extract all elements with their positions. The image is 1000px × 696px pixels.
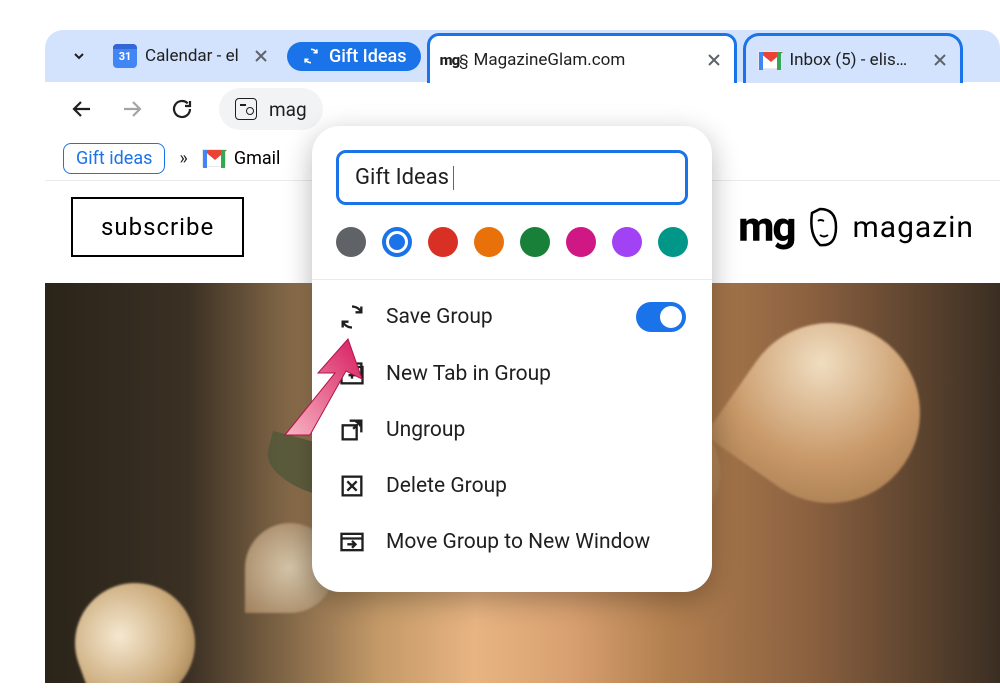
menu-label: Save Group bbox=[386, 305, 493, 329]
brand-face-icon bbox=[806, 205, 840, 249]
bookmark-group-chip[interactable]: Gift ideas bbox=[63, 143, 165, 174]
gmail-icon bbox=[202, 149, 226, 167]
back-button[interactable] bbox=[63, 90, 101, 128]
site-favicon: mg§ bbox=[442, 48, 466, 72]
bookmark-label: Gmail bbox=[234, 148, 281, 169]
color-pink[interactable] bbox=[566, 227, 596, 257]
color-purple[interactable] bbox=[612, 227, 642, 257]
menu-label: Delete Group bbox=[386, 474, 507, 498]
url-text: mag bbox=[269, 98, 307, 121]
menu-delete-group[interactable]: Delete Group bbox=[312, 458, 712, 514]
menu-ungroup[interactable]: Ungroup bbox=[312, 402, 712, 458]
menu-move-to-new-window[interactable]: Move Group to New Window bbox=[312, 514, 712, 570]
menu-label: Ungroup bbox=[386, 418, 465, 442]
tab-calendar[interactable]: 31 Calendar - eli… bbox=[101, 36, 281, 76]
close-icon[interactable] bbox=[930, 50, 950, 70]
tab-active[interactable]: mg§ MagazineGlam.com bbox=[427, 33, 737, 83]
tab-group-label: Gift Ideas bbox=[329, 46, 407, 67]
sync-icon bbox=[301, 46, 321, 66]
reload-button[interactable] bbox=[163, 90, 201, 128]
brand-logo: mg bbox=[738, 203, 794, 252]
delete-icon bbox=[338, 472, 366, 500]
menu-new-tab-in-group[interactable]: New Tab in Group bbox=[312, 346, 712, 402]
color-grey[interactable] bbox=[336, 227, 366, 257]
tab-strip: 31 Calendar - eli… Gift Ideas mg§ Magazi… bbox=[45, 30, 1000, 82]
tab-group-pill[interactable]: Gift Ideas bbox=[287, 42, 421, 71]
url-bar[interactable]: mag bbox=[219, 88, 323, 130]
sync-icon bbox=[338, 303, 366, 331]
color-green[interactable] bbox=[520, 227, 550, 257]
subscribe-button[interactable]: subscribe bbox=[71, 197, 244, 257]
save-group-toggle[interactable] bbox=[636, 302, 686, 332]
new-tab-icon bbox=[338, 360, 366, 388]
tab-title: Calendar - eli… bbox=[145, 46, 239, 66]
group-name-input[interactable]: Gift Ideas bbox=[336, 150, 688, 205]
menu-label: Move Group to New Window bbox=[386, 530, 650, 554]
color-orange[interactable] bbox=[474, 227, 504, 257]
forward-button[interactable] bbox=[113, 90, 151, 128]
tab-group-context-menu: Gift Ideas Save Group New Tab in Group U… bbox=[312, 126, 712, 592]
ungroup-icon bbox=[338, 416, 366, 444]
divider bbox=[312, 279, 712, 280]
text-cursor bbox=[452, 166, 454, 190]
site-info-icon[interactable] bbox=[235, 98, 257, 120]
color-blue-selected[interactable] bbox=[382, 227, 412, 257]
menu-label: New Tab in Group bbox=[386, 362, 551, 386]
color-red[interactable] bbox=[428, 227, 458, 257]
tab-title: MagazineGlam.com bbox=[474, 50, 626, 70]
bookmark-overflow-icon[interactable]: » bbox=[179, 148, 187, 169]
close-icon[interactable] bbox=[251, 46, 271, 66]
calendar-icon: 31 bbox=[113, 44, 137, 68]
bookmark-gmail[interactable]: Gmail bbox=[202, 148, 281, 169]
gmail-icon bbox=[758, 48, 782, 72]
color-teal[interactable] bbox=[658, 227, 688, 257]
tab-title: Inbox (5) - elis… bbox=[790, 50, 908, 70]
menu-save-group[interactable]: Save Group bbox=[312, 288, 712, 346]
brand-text: magazin bbox=[852, 210, 974, 245]
close-icon[interactable] bbox=[704, 50, 724, 70]
brand: mg magazin bbox=[738, 203, 974, 252]
move-window-icon bbox=[338, 528, 366, 556]
tab-search-dropdown[interactable] bbox=[65, 42, 93, 70]
tab-gmail[interactable]: Inbox (5) - elis… bbox=[743, 33, 963, 83]
color-picker-row bbox=[312, 223, 712, 279]
